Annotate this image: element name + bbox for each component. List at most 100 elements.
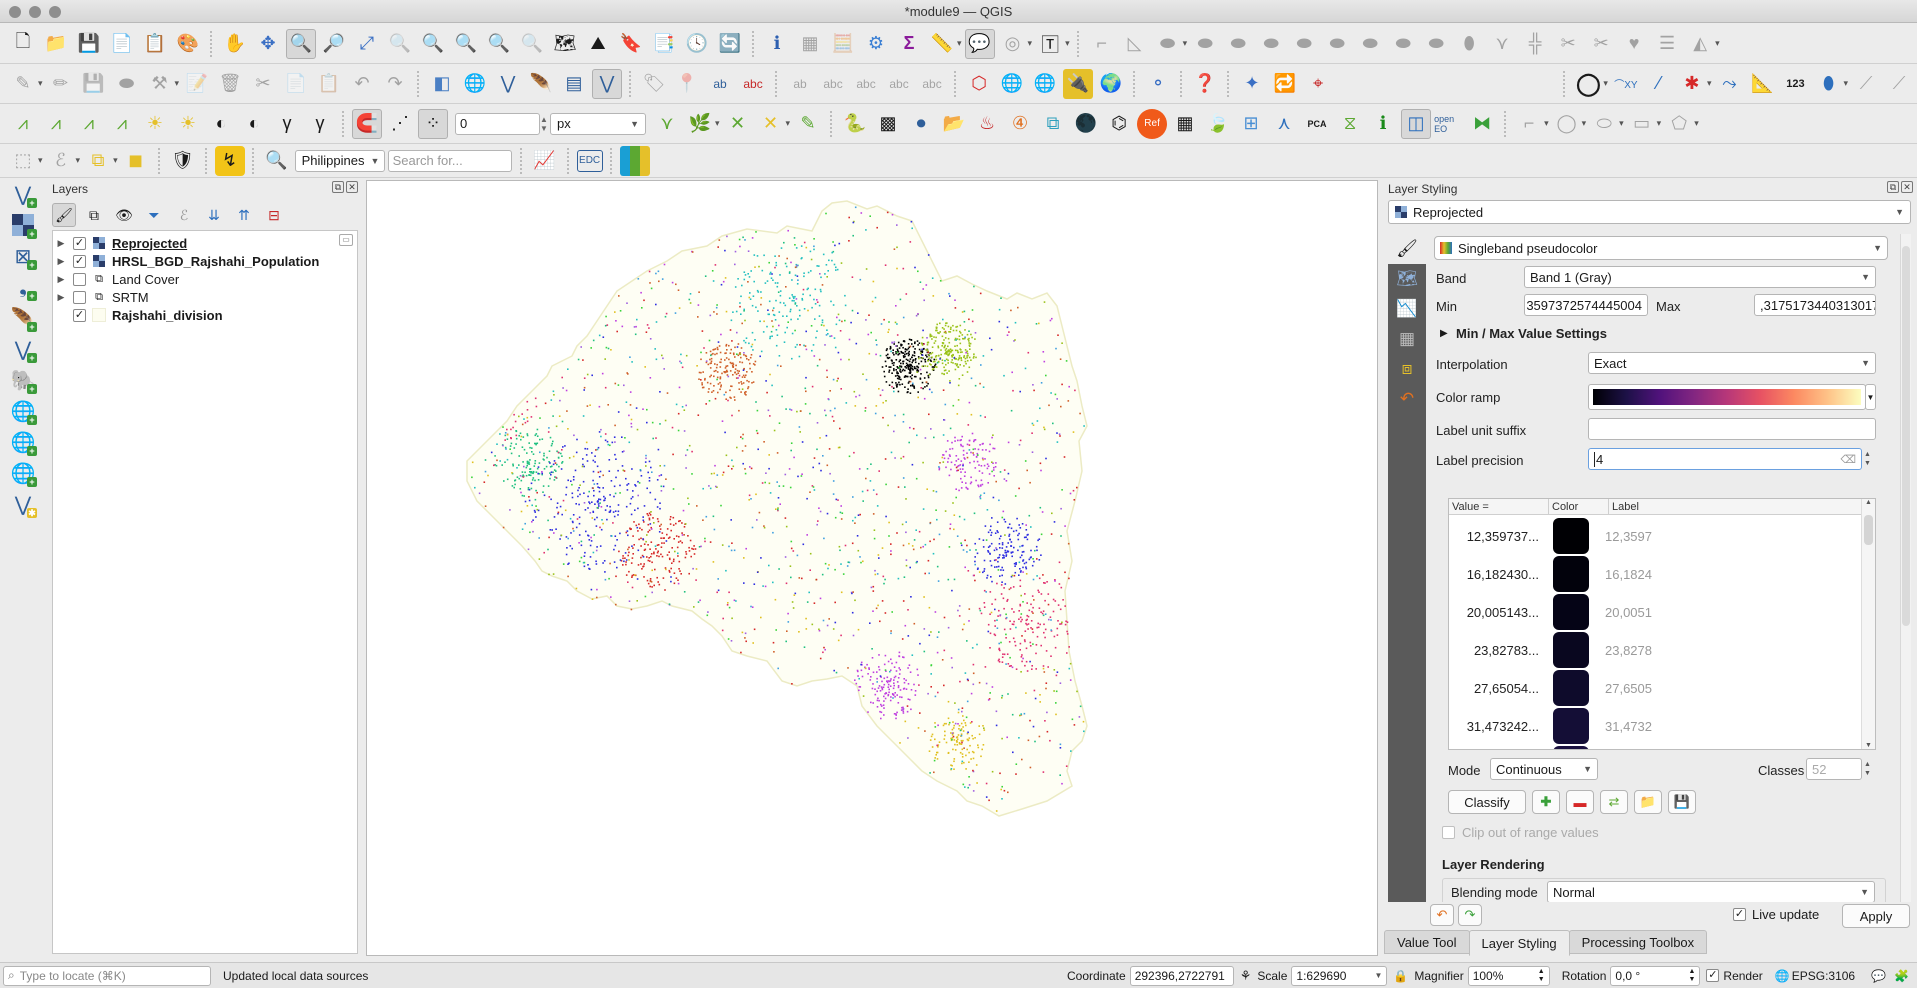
new-mesh-layer-icon[interactable]: ⋁ xyxy=(592,68,623,99)
tracing-icon[interactable]: ✕ xyxy=(756,109,786,139)
add-vector-layer-icon[interactable]: ⋁ + xyxy=(3,179,43,209)
layer-name[interactable]: Rajshahi_division xyxy=(112,308,223,323)
apply-button[interactable]: Apply xyxy=(1842,904,1910,928)
change-label-icon[interactable]: abc xyxy=(917,69,947,99)
metasearch-icon[interactable]: 🌍 xyxy=(1096,69,1126,99)
zoom-to-selection-icon[interactable]: 🔍 xyxy=(385,29,415,59)
full-cumulative-cut-icon[interactable]: ⩘ xyxy=(107,109,137,139)
refresh-icon[interactable]: 🔄 xyxy=(715,29,745,59)
render-checkbox[interactable]: ✓ xyxy=(1706,969,1720,982)
class-color-swatch[interactable] xyxy=(1553,670,1589,706)
add-class-button[interactable]: ✚ xyxy=(1532,790,1560,814)
expand-arrow-icon[interactable]: ▶ xyxy=(53,256,69,267)
collapse-all-icon[interactable]: ⇈ xyxy=(232,203,256,227)
add-group-icon[interactable]: ⧉ xyxy=(82,203,106,227)
copy-features-icon[interactable]: 📄 xyxy=(281,69,311,99)
zoom-native-icon[interactable]: 🔍 xyxy=(451,29,481,59)
layer-name[interactable]: Land Cover xyxy=(112,272,179,287)
text-annotation-icon[interactable]: 🅃 xyxy=(1035,29,1065,59)
class-color-swatch[interactable] xyxy=(1553,518,1589,554)
class-label[interactable]: 23,8278 xyxy=(1605,643,1652,658)
ref-icon[interactable]: Ref xyxy=(1137,108,1168,139)
toggle-extents-icon[interactable]: ⚘ xyxy=(1240,968,1252,984)
show-bookmarks-icon[interactable]: 📑 xyxy=(649,29,679,59)
cut-features-icon[interactable]: ✂ xyxy=(248,69,278,99)
add-wcs-layer-icon[interactable]: 🌐 xyxy=(1030,69,1060,99)
add-postgis-icon[interactable]: 🐘 + xyxy=(3,365,43,395)
styling-layer-select[interactable]: Reprojected ▼ xyxy=(1388,200,1911,224)
class-row[interactable]: 16,182430... 16,1824 xyxy=(1449,555,1652,593)
increase-gamma-icon[interactable]: γ xyxy=(272,109,302,139)
plugin-a-icon[interactable]: ⏺ xyxy=(906,109,936,139)
layout-manager-icon[interactable]: 📋 xyxy=(140,29,170,59)
invert-ramp-button[interactable]: ⇄ xyxy=(1600,790,1628,814)
scale-select[interactable]: 1:629690 ▼ xyxy=(1291,965,1388,986)
snapping-unit-select[interactable]: px ▼ xyxy=(550,112,646,135)
close-panel-button[interactable]: ✕ xyxy=(1901,181,1913,193)
line-points-icon[interactable]: ⁄ xyxy=(1644,69,1674,99)
digitize-circle-icon[interactable]: ◯ xyxy=(1552,109,1582,139)
add-gpx-icon[interactable]: 🪶 + xyxy=(3,303,43,333)
minmax-settings-toggle[interactable]: ▶ Min / Max Value Settings xyxy=(1428,322,1898,344)
digitize-icon[interactable]: ⌐ xyxy=(1087,29,1117,59)
rotate-point-symbols-icon[interactable]: ◭ xyxy=(1685,29,1715,59)
pin-labels-icon[interactable]: ab xyxy=(785,69,815,99)
add-delimited-text-icon[interactable]: ❟ + xyxy=(3,272,43,302)
rendering-tab-icon[interactable]: ▦ xyxy=(1388,324,1426,354)
interpolation-select[interactable]: Exact ▼ xyxy=(1588,352,1876,374)
add-raster-layer-icon[interactable]: + xyxy=(3,210,43,240)
xy-tool-icon[interactable]: ⌒XY xyxy=(1611,69,1641,99)
temporal-controller-icon[interactable]: 🕓 xyxy=(682,29,712,59)
zoom-to-layer-icon[interactable]: 🔍 xyxy=(418,29,448,59)
line-tool-icon[interactable]: ⟋ xyxy=(1884,69,1914,99)
decrease-gamma-icon[interactable]: γ xyxy=(305,109,335,139)
profile-icon[interactable]: ⧖ xyxy=(1335,109,1365,139)
measure-icon[interactable]: 📏 xyxy=(927,29,957,59)
new-scratch-layer-icon[interactable]: 🪶 xyxy=(526,69,556,99)
snapping-layers-icon[interactable]: ⋰ xyxy=(385,109,415,139)
digitize-polygon-icon[interactable]: ⬠ xyxy=(1664,109,1694,139)
label-pin-icon[interactable]: 📍 xyxy=(672,69,702,99)
hexagon-icon[interactable]: ⬡ xyxy=(964,69,994,99)
expand-arrow-icon[interactable]: ▶ xyxy=(53,274,69,285)
select-features-icon[interactable]: ⬚ xyxy=(8,146,38,176)
filter-expression-icon[interactable]: ℰ xyxy=(172,203,196,227)
layer-name[interactable]: Reprojected xyxy=(112,236,187,251)
leaf-layers-icon[interactable]: 🍃 xyxy=(1203,109,1233,139)
profile-tool-icon[interactable]: 📈 xyxy=(530,146,560,176)
geocoder-search-icon[interactable]: 🔍 xyxy=(262,146,292,176)
help-icon[interactable]: ❓ xyxy=(1190,69,1220,99)
max-input[interactable]: ,3175173440313017 xyxy=(1754,294,1876,316)
new-map-view-icon[interactable]: 🗺 xyxy=(550,29,580,59)
buffer-ring-icon[interactable]: ◯ xyxy=(1573,69,1603,99)
expand-arrow-icon[interactable]: ▶ xyxy=(53,292,69,303)
attribute-sync-icon[interactable]: 🔁 xyxy=(1270,69,1300,99)
new-3d-map-icon[interactable]: ⛰ xyxy=(583,29,613,59)
geocoder-country-select[interactable]: Philippines ▼ xyxy=(294,149,385,172)
binoculars-icon[interactable]: ⌬ xyxy=(1104,109,1134,139)
local-cumulative-cut-icon[interactable]: ⩘ xyxy=(74,109,104,139)
class-color-swatch[interactable] xyxy=(1553,632,1589,668)
class-value[interactable]: 27,65054... xyxy=(1449,681,1545,696)
show-hide-labels-icon[interactable]: abc xyxy=(818,69,848,99)
pan-icon[interactable]: ✋ xyxy=(220,29,250,59)
coordinate-input[interactable]: 292396,2722791 xyxy=(1129,965,1234,986)
new-geopackage-layer-icon[interactable]: ◧ xyxy=(427,69,457,99)
field-calculator-icon[interactable]: 🧮 xyxy=(828,29,858,59)
class-color-swatch[interactable] xyxy=(1553,594,1589,630)
increase-contrast-icon[interactable]: ◐ xyxy=(206,109,236,139)
class-value[interactable]: 16,182430... xyxy=(1449,567,1545,582)
split-parts-icon[interactable]: ✂ xyxy=(1586,29,1616,59)
zoom-full-icon[interactable]: ⤢ xyxy=(352,29,382,59)
class-color-swatch[interactable] xyxy=(1553,556,1589,592)
clear-icon[interactable]: ⌫ xyxy=(1840,453,1856,466)
decrease-contrast-icon[interactable]: ◐ xyxy=(239,109,269,139)
offset-curve-icon[interactable]: ⬮ xyxy=(1454,29,1484,59)
network-icon[interactable]: ⋏ xyxy=(1269,109,1299,139)
snapping-type-icon[interactable]: ⁘ xyxy=(418,108,448,139)
triangle-icon[interactable]: ◺ xyxy=(1120,29,1150,59)
styling-scrollbar[interactable] xyxy=(1900,234,1911,902)
class-label[interactable]: 20,0051 xyxy=(1605,605,1652,620)
layer-row-srtm[interactable]: ▶ ⧉ SRTM xyxy=(53,288,149,306)
zoom-out-icon[interactable]: 🔎 xyxy=(319,29,349,59)
